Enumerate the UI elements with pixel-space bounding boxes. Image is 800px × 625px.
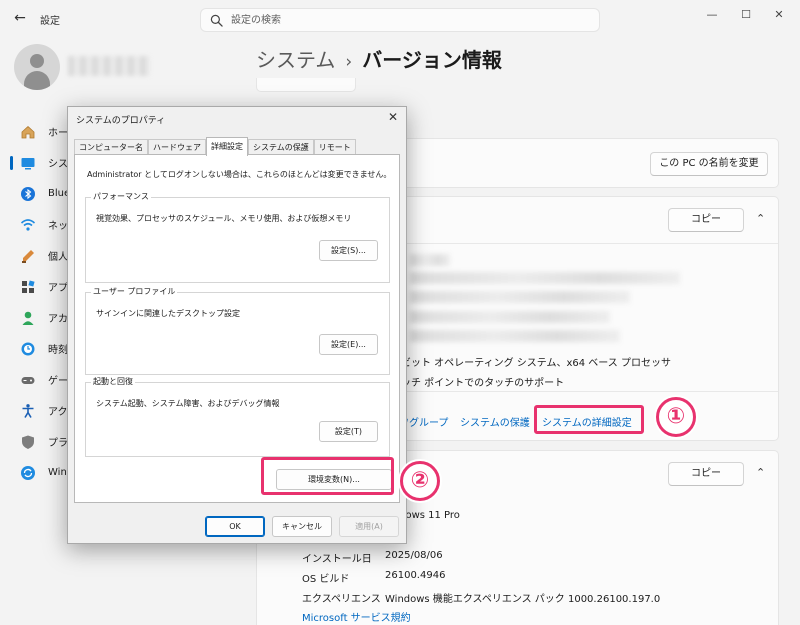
highlight-advanced-settings xyxy=(534,405,644,434)
install-date-value: 2025/08/06 xyxy=(385,550,443,561)
highlight-environment-variables xyxy=(261,457,394,495)
account-icon xyxy=(20,310,36,326)
user-profile-settings-button[interactable]: 設定(E)... xyxy=(319,334,378,355)
performance-settings-button[interactable]: 設定(S)... xyxy=(319,240,378,261)
maximize-button[interactable]: ☐ xyxy=(734,6,758,24)
device-image-card xyxy=(256,78,356,92)
tab-system-protection[interactable]: システムの保護 xyxy=(248,139,314,155)
system-icon xyxy=(20,155,36,171)
back-button[interactable]: ← xyxy=(10,9,30,27)
blurred-spec-value xyxy=(410,254,450,266)
os-build-label: OS ビルド xyxy=(302,574,350,585)
startup-recovery-title: 起動と回復 xyxy=(91,376,135,387)
tab-hardware[interactable]: ハードウェア xyxy=(148,139,206,155)
breadcrumb-separator: › xyxy=(345,52,353,72)
tab-advanced[interactable]: 詳細設定 xyxy=(206,137,248,156)
blurred-user-name xyxy=(68,56,150,76)
page-title: バージョン情報 xyxy=(362,48,502,72)
sidebar: ホーム システム Blue ネッ 個人 アプ アカ 時刻 ゲー アク プラ xyxy=(10,116,88,488)
personalize-icon xyxy=(20,248,36,264)
network-icon xyxy=(20,217,36,233)
ok-button[interactable]: OK xyxy=(205,516,265,537)
blurred-spec-value xyxy=(410,291,630,303)
sidebar-item-time[interactable]: 時刻 xyxy=(14,333,70,364)
copy-windows-spec-button[interactable]: コピー xyxy=(668,462,744,486)
advanced-tab-panel: Administrator としてログオンしない場合は、これらのほとんどは変更で… xyxy=(74,154,400,503)
collapse-device-spec-icon[interactable]: ⌃ xyxy=(756,212,765,225)
dialog-close-icon[interactable]: ✕ xyxy=(388,110,398,124)
tab-remote[interactable]: リモート xyxy=(313,139,356,155)
copy-device-spec-button[interactable]: コピー xyxy=(668,208,744,232)
sidebar-item-accessibility[interactable]: アク xyxy=(14,395,70,426)
blurred-spec-value xyxy=(410,272,680,284)
sidebar-item-home[interactable]: ホーム xyxy=(14,116,78,147)
spec-system-type: ビット オペレーティング システム、x64 ベース プロセッサ xyxy=(401,358,671,369)
search-box[interactable] xyxy=(200,8,600,32)
minimize-button[interactable]: — xyxy=(700,6,724,24)
apps-icon xyxy=(20,279,36,295)
user-profile-desc: サインインに関連したデスクトップ設定 xyxy=(96,309,240,318)
link-microsoft-services[interactable]: Microsoft サービス規約 xyxy=(302,609,411,624)
startup-recovery-desc: システム起動、システム障害、およびデバッグ情報 xyxy=(96,399,280,408)
performance-desc: 視覚効果、プロセッサのスケジュール、メモリ使用、および仮想メモリ xyxy=(96,214,352,223)
step-badge-1: ① xyxy=(656,397,696,437)
dialog-tabs: コンピューター名 ハードウェア 詳細設定 システムの保護 リモート xyxy=(74,137,356,156)
user-profile-group: ユーザー プロファイル サインインに関連したデスクトップ設定 設定(E)... xyxy=(85,286,390,375)
privacy-icon xyxy=(20,434,36,450)
bluetooth-icon xyxy=(20,186,36,202)
cancel-button[interactable]: キャンセル xyxy=(272,516,332,537)
avatar-head-icon xyxy=(30,54,44,68)
app-title: 設定 xyxy=(40,16,60,27)
sidebar-item-bluetooth[interactable]: Blue xyxy=(14,178,70,209)
startup-recovery-group: 起動と回復 システム起動、システム障害、およびデバッグ情報 設定(T) xyxy=(85,376,390,457)
breadcrumb: システム › バージョン情報 xyxy=(256,44,502,73)
search-icon xyxy=(210,14,223,27)
step-badge-2: ② xyxy=(400,461,440,501)
sidebar-item-accounts[interactable]: アカ xyxy=(14,302,70,333)
performance-title: パフォーマンス xyxy=(91,191,151,202)
search-input[interactable] xyxy=(231,12,591,29)
blurred-spec-value xyxy=(410,330,620,342)
game-icon xyxy=(20,372,36,388)
blurred-spec-value xyxy=(410,311,610,323)
sidebar-item-apps[interactable]: アプ xyxy=(14,271,70,302)
startup-recovery-settings-button[interactable]: 設定(T) xyxy=(319,421,378,442)
dialog-title: システムのプロパティ xyxy=(76,116,166,126)
tab-computer-name[interactable]: コンピューター名 xyxy=(74,139,148,155)
windows-update-icon xyxy=(20,465,36,481)
spec-pen-touch: ッチ ポイントでのタッチのサポート xyxy=(401,378,565,389)
rename-pc-button[interactable]: この PC の名前を変更 xyxy=(650,152,768,176)
sidebar-item-gaming[interactable]: ゲー xyxy=(14,364,70,395)
title-bar: ← 設定 — ☐ ✕ xyxy=(0,0,800,36)
close-button[interactable]: ✕ xyxy=(767,6,791,24)
time-icon xyxy=(20,341,36,357)
experience-value: Windows 機能エクスペリエンス パック 1000.26100.197.0 xyxy=(385,594,661,605)
admin-note: Administrator としてログオンしない場合は、これらのほとんどは変更で… xyxy=(87,170,392,179)
user-profile-title: ユーザー プロファイル xyxy=(91,286,178,297)
breadcrumb-parent[interactable]: システム xyxy=(256,48,335,72)
performance-group: パフォーマンス 視覚効果、プロセッサのスケジュール、メモリ使用、および仮想メモリ… xyxy=(85,191,390,283)
avatar[interactable] xyxy=(14,44,60,90)
sidebar-item-privacy[interactable]: プラ xyxy=(14,426,70,457)
sidebar-item-system[interactable]: システム xyxy=(10,147,88,178)
accessibility-icon xyxy=(20,403,36,419)
install-date-label: インストール日 xyxy=(302,554,372,565)
link-system-protection[interactable]: システムの保護 xyxy=(460,414,530,429)
home-icon xyxy=(20,124,36,140)
experience-label: エクスペリエンス xyxy=(302,594,381,605)
apply-button[interactable]: 適用(A) xyxy=(339,516,399,537)
collapse-windows-spec-icon[interactable]: ⌃ xyxy=(756,466,765,479)
avatar-body-icon xyxy=(24,71,50,90)
os-build-value: 26100.4946 xyxy=(385,570,446,581)
sidebar-item-network[interactable]: ネッ xyxy=(14,209,70,240)
sidebar-item-windows-update[interactable]: Win xyxy=(14,457,70,488)
sidebar-item-personalization[interactable]: 個人 xyxy=(14,240,70,271)
